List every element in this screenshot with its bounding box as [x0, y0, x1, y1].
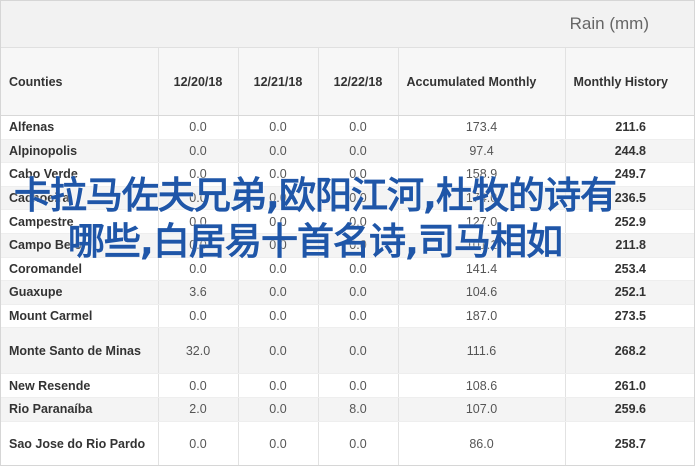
column-header-counties[interactable]: Counties	[1, 48, 159, 116]
rain-date-3-cell: 0.0	[318, 304, 399, 329]
table-header-row: Counties 12/20/18 12/21/18 12/22/18 Accu…	[1, 48, 694, 116]
monthly-history-cell: 273.5	[565, 304, 694, 329]
rain-date-1-cell: 3.6	[158, 280, 239, 305]
rain-date-3-cell: 8.0	[318, 397, 399, 422]
county-name-cell: Rio Paranaíba	[1, 397, 159, 422]
county-name-cell: Alfenas	[1, 115, 159, 140]
rain-date-1-cell: 32.0	[158, 327, 239, 375]
rain-date-3-cell: 0.0	[318, 139, 399, 164]
accumulated-monthly-cell: 86.0	[398, 421, 566, 465]
rain-date-3-cell: 0.0	[318, 280, 399, 305]
rain-date-3-cell: 0.0	[318, 373, 399, 398]
rain-date-2-cell: 0.0	[238, 139, 319, 164]
rain-date-2-cell: 0.0	[238, 280, 319, 305]
rain-date-3-cell: 0.0	[318, 327, 399, 375]
table-row: Mount Carmel 0.0 0.0 0.0 187.0 273.5	[1, 304, 694, 329]
accumulated-monthly-cell: 173.4	[398, 115, 566, 140]
rain-date-3-cell: 0.0	[318, 115, 399, 140]
table-row: Monte Santo de Minas 32.0 0.0 0.0 111.6 268.2	[1, 327, 694, 375]
rain-date-2-cell: 0.0	[238, 397, 319, 422]
accumulated-monthly-cell: 108.6	[398, 373, 566, 398]
county-name-cell: Guaxupe	[1, 280, 159, 305]
rain-date-3-cell: 0.0	[318, 421, 399, 465]
rain-date-2-cell: 0.0	[238, 304, 319, 329]
rain-date-1-cell: 2.0	[158, 397, 239, 422]
table-row: New Resende 0.0 0.0 0.0 108.6 261.0	[1, 373, 694, 398]
monthly-history-cell: 252.1	[565, 280, 694, 305]
table-row: Rio Paranaíba 2.0 0.0 8.0 107.0 259.6	[1, 397, 694, 422]
rain-date-1-cell: 0.0	[158, 373, 239, 398]
monthly-history-cell: 258.7	[565, 421, 694, 465]
county-name-cell: Monte Santo de Minas	[1, 327, 159, 375]
monthly-history-cell: 244.8	[565, 139, 694, 164]
county-name-cell: New Resende	[1, 373, 159, 398]
rain-date-1-cell: 0.0	[158, 115, 239, 140]
county-name-cell: Mount Carmel	[1, 304, 159, 329]
rain-date-2-cell: 0.0	[238, 373, 319, 398]
accumulated-monthly-cell: 107.0	[398, 397, 566, 422]
column-header-date-1[interactable]: 12/20/18	[158, 48, 239, 116]
widget-header: Rain (mm)	[1, 1, 694, 48]
rain-date-1-cell: 0.0	[158, 139, 239, 164]
monthly-history-cell: 211.6	[565, 115, 694, 140]
table-body: Alfenas 0.0 0.0 0.0 173.4 211.6 Alpinopolis 0.0…	[1, 115, 694, 465]
rain-date-2-cell: 0.0	[238, 115, 319, 140]
rain-date-1-cell: 0.0	[158, 304, 239, 329]
column-header-accumulated-monthly[interactable]: Accumulated Monthly	[398, 48, 566, 116]
column-header-date-3[interactable]: 12/22/18	[318, 48, 399, 116]
table-row: Alfenas 0.0 0.0 0.0 173.4 211.6	[1, 115, 694, 140]
monthly-history-cell: 259.6	[565, 397, 694, 422]
accumulated-monthly-cell: 111.6	[398, 327, 566, 375]
unit-title: Rain (mm)	[569, 14, 649, 33]
table-row: Sao Jose do Rio Pardo 0.0 0.0 0.0 86.0 258.7	[1, 421, 694, 465]
county-name-cell: Alpinopolis	[1, 139, 159, 164]
accumulated-monthly-cell: 187.0	[398, 304, 566, 329]
rain-date-1-cell: 0.0	[158, 421, 239, 465]
county-name-cell: Sao Jose do Rio Pardo	[1, 421, 159, 465]
accumulated-monthly-cell: 104.6	[398, 280, 566, 305]
overlay-text: 卡拉马佐夫兄弟,欧阳江河,杜牧的诗有哪些,白居易十首名诗,司马相如	[13, 174, 617, 263]
accumulated-monthly-cell: 97.4	[398, 139, 566, 164]
table-row: Alpinopolis 0.0 0.0 0.0 97.4 244.8	[1, 139, 694, 164]
monthly-history-cell: 268.2	[565, 327, 694, 375]
rain-date-2-cell: 0.0	[238, 421, 319, 465]
column-header-monthly-history[interactable]: Monthly History	[565, 48, 694, 116]
monthly-history-cell: 261.0	[565, 373, 694, 398]
rain-date-2-cell: 0.0	[238, 327, 319, 375]
table-row: Guaxupe 3.6 0.0 0.0 104.6 252.1	[1, 280, 694, 305]
column-header-date-2[interactable]: 12/21/18	[238, 48, 319, 116]
rain-table-widget: Rain (mm) Counties 12/20/18 12/21/18 12/…	[0, 0, 695, 466]
